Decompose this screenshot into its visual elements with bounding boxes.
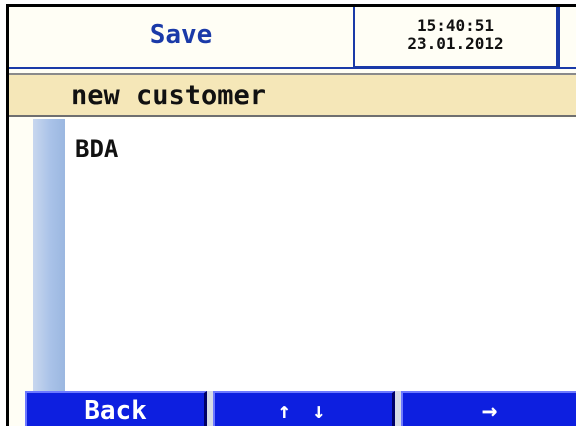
up-down-arrows-icon: ↑ ↓ — [277, 398, 330, 424]
arrow-right-icon: → — [481, 396, 498, 426]
next-button[interactable]: → — [401, 391, 576, 426]
back-button-label: Back — [84, 396, 147, 426]
header-divider — [558, 7, 560, 69]
device-screen: Save 15:40:51 23.01.2012 new customer BD… — [6, 4, 576, 426]
page-title: Save — [149, 20, 213, 50]
list-item[interactable]: BDA — [75, 135, 118, 163]
navigate-button[interactable]: ↑ ↓ — [213, 391, 395, 426]
date-text: 23.01.2012 — [407, 34, 504, 53]
header: Save 15:40:51 23.01.2012 — [9, 7, 576, 69]
scrollbar[interactable] — [33, 119, 65, 397]
list: BDA — [65, 119, 576, 397]
header-underline — [9, 67, 576, 69]
time-text: 15:40:51 — [416, 16, 495, 35]
list-item-selected[interactable]: new customer — [9, 73, 576, 117]
back-button[interactable]: Back — [25, 391, 207, 426]
softkey-bar: Back ↑ ↓ → — [9, 391, 576, 426]
selected-item-label: new customer — [71, 79, 267, 111]
clock-display: 15:40:51 23.01.2012 — [353, 7, 558, 68]
